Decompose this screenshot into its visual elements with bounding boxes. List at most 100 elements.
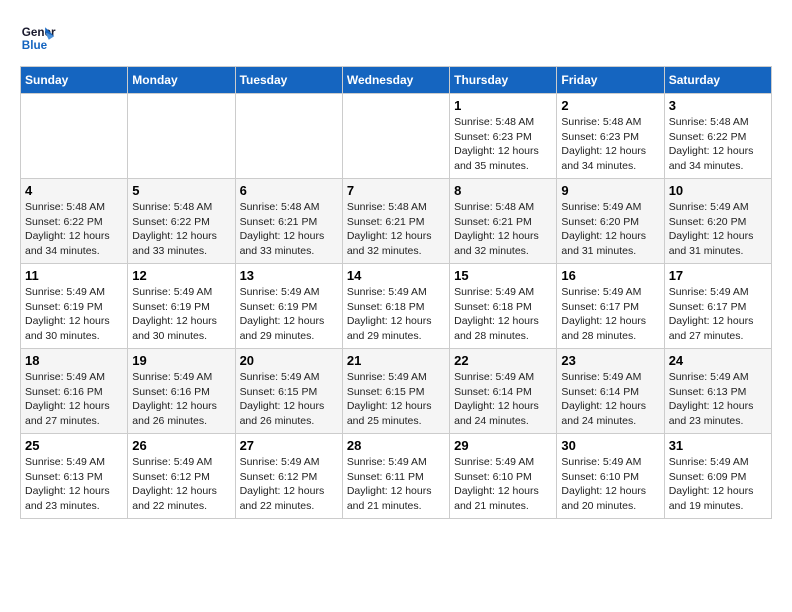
day-number: 15 [454,268,552,283]
day-number: 28 [347,438,445,453]
day-cell: 18 Sunrise: 5:49 AM Sunset: 6:16 PM Dayli… [21,349,128,434]
day-info: Sunrise: 5:49 AM Sunset: 6:09 PM Dayligh… [669,455,767,514]
day-number: 31 [669,438,767,453]
day-number: 5 [132,183,230,198]
day-number: 13 [240,268,338,283]
day-number: 18 [25,353,123,368]
day-info: Sunrise: 5:48 AM Sunset: 6:21 PM Dayligh… [240,200,338,259]
day-info: Sunrise: 5:49 AM Sunset: 6:18 PM Dayligh… [454,285,552,344]
day-number: 22 [454,353,552,368]
day-number: 9 [561,183,659,198]
day-info: Sunrise: 5:49 AM Sunset: 6:14 PM Dayligh… [454,370,552,429]
day-number: 26 [132,438,230,453]
day-cell: 1 Sunrise: 5:48 AM Sunset: 6:23 PM Daylig… [450,94,557,179]
day-info: Sunrise: 5:49 AM Sunset: 6:19 PM Dayligh… [25,285,123,344]
day-cell: 21 Sunrise: 5:49 AM Sunset: 6:15 PM Dayli… [342,349,449,434]
week-row-4: 18 Sunrise: 5:49 AM Sunset: 6:16 PM Dayli… [21,349,772,434]
day-info: Sunrise: 5:49 AM Sunset: 6:18 PM Dayligh… [347,285,445,344]
day-cell: 14 Sunrise: 5:49 AM Sunset: 6:18 PM Dayli… [342,264,449,349]
day-cell: 26 Sunrise: 5:49 AM Sunset: 6:12 PM Dayli… [128,434,235,519]
day-number: 21 [347,353,445,368]
day-number: 3 [669,98,767,113]
day-cell: 5 Sunrise: 5:48 AM Sunset: 6:22 PM Daylig… [128,179,235,264]
day-cell [342,94,449,179]
day-number: 29 [454,438,552,453]
day-info: Sunrise: 5:49 AM Sunset: 6:10 PM Dayligh… [454,455,552,514]
week-row-5: 25Sunrise: 5:49 AM Sunset: 6:13 PM Dayli… [21,434,772,519]
day-number: 6 [240,183,338,198]
day-number: 2 [561,98,659,113]
day-cell: 31 Sunrise: 5:49 AM Sunset: 6:09 PM Dayli… [664,434,771,519]
header-cell-saturday: Saturday [664,67,771,94]
day-info: Sunrise: 5:49 AM Sunset: 6:16 PM Dayligh… [25,370,123,429]
day-cell [235,94,342,179]
day-number: 1 [454,98,552,113]
day-cell: 4 Sunrise: 5:48 AM Sunset: 6:22 PM Daylig… [21,179,128,264]
week-row-3: 11 Sunrise: 5:49 AM Sunset: 6:19 PM Dayli… [21,264,772,349]
day-info: Sunrise: 5:49 AM Sunset: 6:19 PM Dayligh… [132,285,230,344]
day-cell: 13Sunrise: 5:49 AM Sunset: 6:19 PM Dayli… [235,264,342,349]
day-cell: 9 Sunrise: 5:49 AM Sunset: 6:20 PM Daylig… [557,179,664,264]
day-number: 7 [347,183,445,198]
calendar-header-row: SundayMondayTuesdayWednesdayThursdayFrid… [21,67,772,94]
week-row-1: 1 Sunrise: 5:48 AM Sunset: 6:23 PM Daylig… [21,94,772,179]
day-info: Sunrise: 5:49 AM Sunset: 6:15 PM Dayligh… [347,370,445,429]
calendar-table: SundayMondayTuesdayWednesdayThursdayFrid… [20,66,772,519]
day-info: Sunrise: 5:48 AM Sunset: 6:23 PM Dayligh… [454,115,552,174]
day-cell: 20 Sunrise: 5:49 AM Sunset: 6:15 PM Dayli… [235,349,342,434]
day-info: Sunrise: 5:49 AM Sunset: 6:12 PM Dayligh… [240,455,338,514]
svg-text:Blue: Blue [22,39,48,52]
header-cell-tuesday: Tuesday [235,67,342,94]
day-cell: 28 Sunrise: 5:49 AM Sunset: 6:11 PM Dayli… [342,434,449,519]
day-number: 4 [25,183,123,198]
day-cell: 11 Sunrise: 5:49 AM Sunset: 6:19 PM Dayli… [21,264,128,349]
day-info: Sunrise: 5:49 AM Sunset: 6:14 PM Dayligh… [561,370,659,429]
header-cell-wednesday: Wednesday [342,67,449,94]
day-info: Sunrise: 5:49 AM Sunset: 6:15 PM Dayligh… [240,370,338,429]
day-number: 19 [132,353,230,368]
day-number: 11 [25,268,123,283]
day-cell: 25Sunrise: 5:49 AM Sunset: 6:13 PM Dayli… [21,434,128,519]
day-info: Sunrise: 5:48 AM Sunset: 6:22 PM Dayligh… [669,115,767,174]
header-cell-sunday: Sunday [21,67,128,94]
day-info: Sunrise: 5:48 AM Sunset: 6:23 PM Dayligh… [561,115,659,174]
day-info: Sunrise: 5:49 AM Sunset: 6:17 PM Dayligh… [669,285,767,344]
day-info: Sunrise: 5:49 AM Sunset: 6:16 PM Dayligh… [132,370,230,429]
day-number: 14 [347,268,445,283]
logo-icon: General Blue [20,20,56,56]
day-cell: 23 Sunrise: 5:49 AM Sunset: 6:14 PM Dayli… [557,349,664,434]
day-cell: 27 Sunrise: 5:49 AM Sunset: 6:12 PM Dayli… [235,434,342,519]
day-number: 24 [669,353,767,368]
day-info: Sunrise: 5:49 AM Sunset: 6:20 PM Dayligh… [561,200,659,259]
day-cell: 24 Sunrise: 5:49 AM Sunset: 6:13 PM Dayli… [664,349,771,434]
day-cell: 30 Sunrise: 5:49 AM Sunset: 6:10 PM Dayli… [557,434,664,519]
day-info: Sunrise: 5:48 AM Sunset: 6:21 PM Dayligh… [454,200,552,259]
day-info: Sunrise: 5:48 AM Sunset: 6:22 PM Dayligh… [132,200,230,259]
day-number: 17 [669,268,767,283]
day-cell: 10Sunrise: 5:49 AM Sunset: 6:20 PM Dayli… [664,179,771,264]
day-cell [128,94,235,179]
day-cell: 2 Sunrise: 5:48 AM Sunset: 6:23 PM Daylig… [557,94,664,179]
day-info: Sunrise: 5:49 AM Sunset: 6:17 PM Dayligh… [561,285,659,344]
day-cell: 6 Sunrise: 5:48 AM Sunset: 6:21 PM Daylig… [235,179,342,264]
day-number: 27 [240,438,338,453]
day-info: Sunrise: 5:49 AM Sunset: 6:12 PM Dayligh… [132,455,230,514]
week-row-2: 4 Sunrise: 5:48 AM Sunset: 6:22 PM Daylig… [21,179,772,264]
day-info: Sunrise: 5:49 AM Sunset: 6:11 PM Dayligh… [347,455,445,514]
day-cell: 8 Sunrise: 5:48 AM Sunset: 6:21 PM Daylig… [450,179,557,264]
day-number: 8 [454,183,552,198]
day-cell: 12Sunrise: 5:49 AM Sunset: 6:19 PM Dayli… [128,264,235,349]
day-number: 20 [240,353,338,368]
day-info: Sunrise: 5:49 AM Sunset: 6:10 PM Dayligh… [561,455,659,514]
day-info: Sunrise: 5:49 AM Sunset: 6:13 PM Dayligh… [669,370,767,429]
day-number: 23 [561,353,659,368]
day-cell: 22 Sunrise: 5:49 AM Sunset: 6:14 PM Dayli… [450,349,557,434]
day-number: 30 [561,438,659,453]
day-info: Sunrise: 5:48 AM Sunset: 6:21 PM Dayligh… [347,200,445,259]
day-cell: 16 Sunrise: 5:49 AM Sunset: 6:17 PM Dayli… [557,264,664,349]
day-number: 16 [561,268,659,283]
day-info: Sunrise: 5:48 AM Sunset: 6:22 PM Dayligh… [25,200,123,259]
logo: General Blue [20,20,56,56]
page-header: General Blue [20,20,772,56]
day-number: 10 [669,183,767,198]
